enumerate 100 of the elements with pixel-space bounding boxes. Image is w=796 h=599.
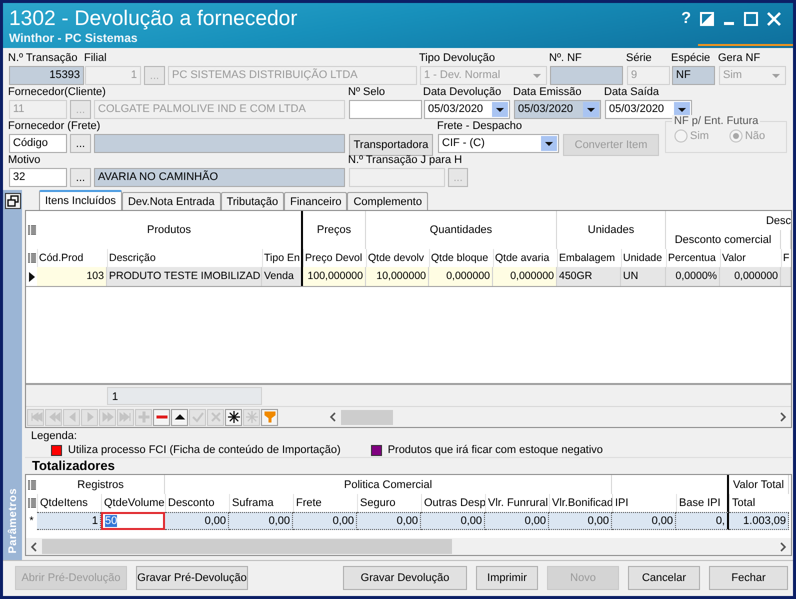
column-group-header: Produtos — [37, 211, 303, 249]
ellipsis-button[interactable]: ... — [70, 134, 91, 153]
table-cell: 0,00 — [612, 512, 676, 530]
text-field[interactable]: 32 — [9, 168, 67, 187]
table-cell: 0,00 — [165, 512, 229, 530]
text-field[interactable]: 15393 — [9, 66, 84, 85]
field-label: Data Devolução — [423, 85, 502, 99]
action-button[interactable]: Transportadora — [349, 134, 433, 156]
field-label: N.º Transação J para H — [348, 153, 462, 167]
text-field[interactable]: Código — [9, 134, 67, 153]
table-cell: 0,000000 — [493, 267, 557, 286]
scroll-left-icon[interactable] — [30, 542, 38, 552]
column-group-header: Preços — [303, 211, 366, 249]
horizontal-scrollbar[interactable] — [26, 538, 791, 555]
column-group-header: Valor Total — [729, 475, 789, 494]
action-button[interactable]: Fechar — [709, 566, 788, 590]
cell-editor[interactable]: 50 — [101, 512, 165, 530]
column-group-header: Politica Comercial — [165, 475, 612, 494]
table-cell: 0,00 — [293, 512, 357, 530]
field-label: Nº. NF — [549, 51, 582, 65]
field-label: Frete - Despacho — [437, 119, 522, 133]
column-group-header: Quantidades — [366, 211, 557, 249]
action-button[interactable]: Gravar Pré-Devolução — [136, 566, 248, 590]
scroll-right-icon[interactable] — [779, 412, 787, 422]
table-cell: 1.003,09 — [729, 512, 789, 530]
table-cell: PRODUTO TESTE IMOBILIZAD — [107, 267, 262, 286]
table-cell: 0,00 — [549, 512, 612, 530]
list-icon[interactable] — [28, 225, 36, 235]
field-label: Série — [626, 51, 652, 65]
field-label: Nº Selo — [348, 85, 386, 99]
table-cell — [781, 267, 791, 286]
action-button[interactable]: Gravar Devolução — [343, 566, 467, 590]
field-label: N.º Transação — [8, 51, 78, 65]
side-panel-title: Parâmetros — [6, 488, 18, 554]
text-field[interactable] — [550, 66, 623, 85]
field-label: Espécie — [671, 51, 710, 65]
table-cell: 0, — [676, 512, 729, 530]
field-label: Fornecedor (Frete) — [8, 119, 100, 133]
table-cell: 103 — [37, 267, 107, 286]
table-cell: 100,000000 — [303, 267, 366, 286]
table-cell: 0,00 — [357, 512, 421, 530]
text-field[interactable]: AVARIA NO CAMINHÃO — [94, 168, 345, 187]
section-title: Totalizadores — [31, 458, 116, 474]
table-cell: 10,000000 — [366, 267, 429, 286]
list-icon[interactable] — [28, 498, 36, 508]
close-icon[interactable] — [767, 12, 781, 26]
field-label: Data Saída — [604, 85, 660, 99]
field-label: Tipo Devolução — [419, 51, 496, 65]
selected-text: 50 — [105, 515, 118, 527]
scroll-thumb[interactable] — [42, 539, 452, 554]
tab[interactable]: Complemento — [347, 192, 428, 210]
legend-label: Utiliza processo FCI (Ficha de conteúdo de Importação) — [68, 443, 341, 457]
text-field[interactable]: NF — [672, 66, 715, 85]
table-cell: 0,0000% — [666, 267, 720, 286]
restore-window-icon[interactable] — [4, 193, 20, 209]
field-label: Fornecedor(Cliente) — [8, 85, 106, 99]
table-cell: UN — [621, 267, 666, 286]
table-cell: 0,00 — [485, 512, 549, 530]
table-cell: 1 — [37, 512, 101, 530]
text-field[interactable] — [94, 134, 345, 153]
row-marker: * — [28, 514, 35, 529]
legend-label: Produtos que irá ficar com estoque negativo — [388, 443, 603, 457]
date-field[interactable]: 05/03/2020 — [514, 100, 601, 119]
table-cell: Venda — [262, 267, 303, 286]
scroll-right-icon[interactable] — [779, 542, 787, 552]
date-field[interactable]: 05/03/2020 — [424, 100, 510, 119]
ellipsis-button[interactable]: ... — [70, 168, 91, 187]
tab[interactable]: Itens Incluídos — [39, 190, 122, 210]
window-title: 1302 - Devolução a fornecedor — [9, 6, 298, 31]
dropdown[interactable]: CIF - (C) — [438, 134, 559, 153]
help-button[interactable]: ? — [681, 10, 691, 26]
table-cell: 0,00 — [421, 512, 485, 530]
column-group-header: Desconto comercial — [666, 230, 781, 249]
list-icon[interactable] — [28, 480, 36, 490]
field-label: Motivo — [8, 153, 40, 167]
table-cell: 0,000000 — [720, 267, 781, 286]
field-label: Filial — [84, 51, 107, 65]
field-label: Data Emissão — [513, 85, 582, 99]
footer-total-cell: 1 — [107, 386, 262, 404]
legend-title: Legenda: — [31, 430, 78, 443]
maximize-icon[interactable] — [744, 12, 758, 26]
table-cell: 450GR — [557, 267, 621, 286]
tab[interactable]: Tributação — [220, 192, 284, 210]
action-button[interactable]: Cancelar — [628, 566, 700, 590]
list-icon[interactable] — [28, 253, 36, 263]
table-cell: 0,000000 — [429, 267, 493, 286]
scroll-thumb[interactable] — [341, 410, 393, 424]
text-field[interactable] — [349, 100, 422, 119]
column-group-header: Registros — [37, 475, 165, 494]
field-label: Gera NF — [718, 51, 760, 65]
window-subtitle: Winthor - PC Sistemas — [9, 31, 139, 45]
column-group-header: Unidades — [557, 211, 666, 249]
group-title: NF p/ Ent. Futura — [672, 115, 760, 127]
table-cell: 0,00 — [229, 512, 293, 530]
half-square-icon[interactable] — [700, 12, 714, 26]
tab[interactable]: Dev.Nota Entrada — [122, 192, 221, 210]
scroll-left-icon[interactable] — [329, 412, 337, 422]
action-button[interactable]: Imprimir — [476, 566, 538, 590]
column-group-header: Desc — [764, 214, 791, 228]
tab[interactable]: Financeiro — [284, 192, 348, 210]
